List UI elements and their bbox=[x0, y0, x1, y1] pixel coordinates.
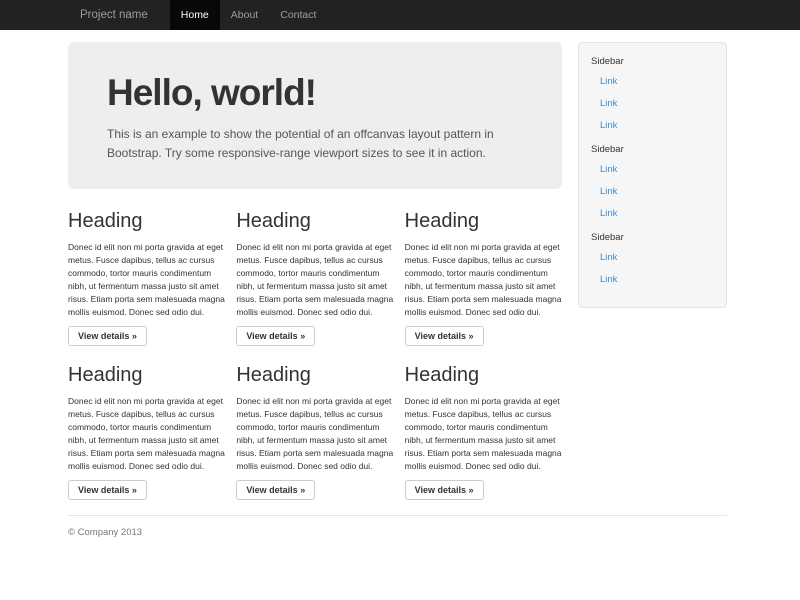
sidebar-group-header: Sidebar bbox=[591, 143, 716, 157]
sidebar-link[interactable]: Link bbox=[591, 159, 716, 181]
copyright-text: © Company 2013 bbox=[68, 527, 727, 538]
card-body-text: Donec id elit non mi porta gravida at eg… bbox=[68, 241, 225, 319]
content-row: Hello, world! This is an example to show… bbox=[68, 42, 727, 500]
view-details-button[interactable]: View details » bbox=[68, 326, 147, 346]
content-card: Heading Donec id elit non mi porta gravid… bbox=[405, 364, 562, 500]
cards-grid: Heading Donec id elit non mi porta gravid… bbox=[68, 210, 562, 500]
card-heading: Heading bbox=[236, 210, 393, 233]
nav-link-about[interactable]: About bbox=[220, 0, 269, 30]
sidebar-group: Sidebar LinkLink bbox=[591, 231, 716, 291]
card-heading: Heading bbox=[68, 210, 225, 233]
view-details-button[interactable]: View details » bbox=[68, 480, 147, 500]
navbar-menu: HomeAboutContact bbox=[170, 0, 328, 30]
card-body-text: Donec id elit non mi porta gravida at eg… bbox=[236, 241, 393, 319]
sidebar-link[interactable]: Link bbox=[591, 115, 716, 137]
navbar-brand[interactable]: Project name bbox=[68, 0, 160, 30]
nav-link-home[interactable]: Home bbox=[170, 0, 220, 30]
sidebar-group: SidebarLinkLinkLink bbox=[591, 55, 716, 137]
navbar-inner: Project name HomeAboutContact bbox=[68, 0, 800, 30]
sidebar-link[interactable]: Link bbox=[591, 71, 716, 93]
jumbotron: Hello, world! This is an example to show… bbox=[68, 42, 562, 189]
footer: © Company 2013 bbox=[68, 515, 727, 568]
card-heading: Heading bbox=[405, 364, 562, 387]
jumbotron-title: Hello, world! bbox=[107, 72, 522, 114]
sidebar-link[interactable]: Link bbox=[591, 181, 716, 203]
card-body-text: Donec id elit non mi porta gravida at eg… bbox=[405, 241, 562, 319]
card-body-text: Donec id elit non mi porta gravida at eg… bbox=[405, 395, 562, 473]
sidebar-link[interactable]: Link bbox=[591, 203, 716, 225]
card-body-text: Donec id elit non mi porta gravida at eg… bbox=[68, 395, 225, 473]
sidebar-group-header: Sidebar bbox=[591, 231, 716, 245]
content-card: Heading Donec id elit non mi porta gravid… bbox=[405, 210, 562, 346]
card-heading: Heading bbox=[405, 210, 562, 233]
view-details-button[interactable]: View details » bbox=[405, 480, 484, 500]
view-details-button[interactable]: View details » bbox=[236, 480, 315, 500]
nav-item-home: Home bbox=[170, 0, 220, 30]
card-body-text: Donec id elit non mi porta gravida at eg… bbox=[236, 395, 393, 473]
main-content: Hello, world! This is an example to show… bbox=[68, 42, 562, 500]
sidebar-link[interactable]: Link bbox=[591, 93, 716, 115]
nav-item-contact: Contact bbox=[269, 0, 327, 30]
view-details-button[interactable]: View details » bbox=[405, 326, 484, 346]
sidebar-group: SidebarLinkLinkLink bbox=[591, 143, 716, 225]
content-card: Heading Donec id elit non mi porta gravid… bbox=[236, 210, 393, 346]
sidebar-link[interactable]: Link bbox=[591, 247, 716, 269]
sidebar-group-header: Sidebar bbox=[591, 55, 716, 69]
content-card: Heading Donec id elit non mi porta gravid… bbox=[68, 210, 225, 346]
content-card: Heading Donec id elit non mi porta gravid… bbox=[68, 364, 225, 500]
view-details-button[interactable]: View details » bbox=[236, 326, 315, 346]
card-heading: Heading bbox=[68, 364, 225, 387]
nav-item-about: About bbox=[220, 0, 269, 30]
sidebar-well: SidebarLinkLinkLinkSidebarLinkLinkLinkSi… bbox=[578, 42, 727, 308]
content-card: Heading Donec id elit non mi porta gravid… bbox=[236, 364, 393, 500]
card-heading: Heading bbox=[236, 364, 393, 387]
sidebar-link[interactable]: Link bbox=[591, 269, 716, 291]
nav-link-contact[interactable]: Contact bbox=[269, 0, 327, 30]
sidebar: SidebarLinkLinkLinkSidebarLinkLinkLinkSi… bbox=[578, 42, 727, 500]
page-container: Hello, world! This is an example to show… bbox=[68, 42, 727, 568]
jumbotron-lead: This is an example to show the potential… bbox=[107, 125, 522, 163]
navbar: Project name HomeAboutContact bbox=[0, 0, 800, 30]
